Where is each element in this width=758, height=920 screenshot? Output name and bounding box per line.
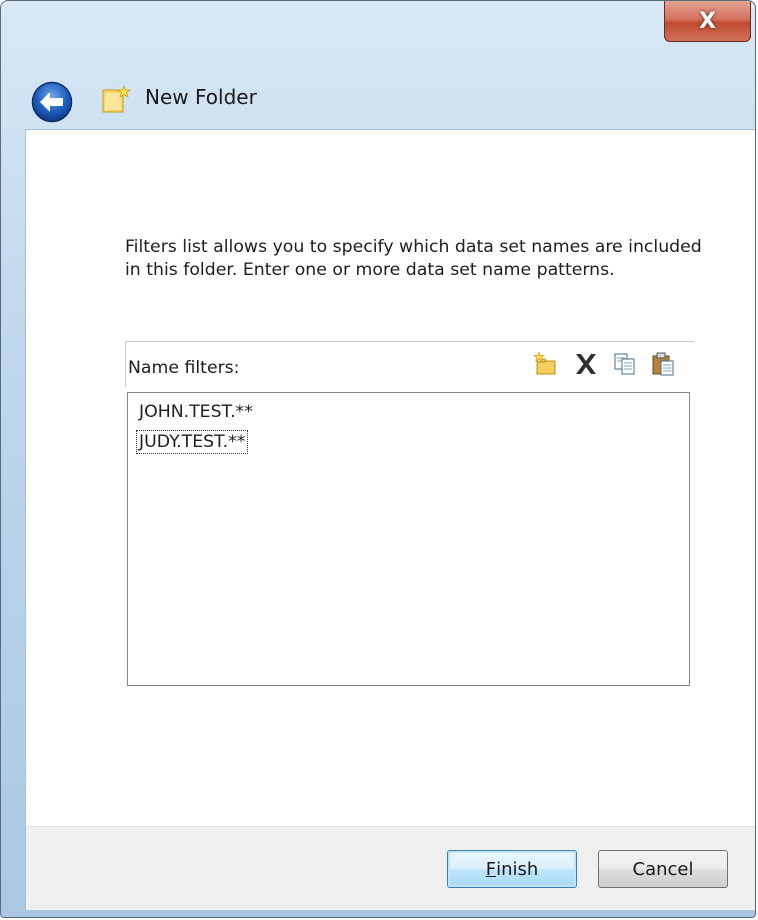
window-title: New Folder (145, 85, 257, 109)
new-filter-icon (533, 352, 556, 375)
cancel-label: Cancel (632, 858, 694, 880)
filter-item[interactable]: JOHN.TEST.** (137, 401, 255, 423)
new-filter-button[interactable] (530, 348, 562, 380)
finish-mnemonic: F (485, 858, 497, 880)
paste-filter-button[interactable] (648, 348, 680, 380)
name-filters-label: Name filters: (128, 358, 240, 378)
copy-filter-button[interactable] (609, 348, 641, 380)
finish-button[interactable]: Finish (447, 850, 577, 888)
close-icon: X (699, 8, 716, 34)
filter-item[interactable]: JUDY.TEST.** (135, 430, 249, 454)
dialog-window: X New Folder Filters list allows you to … (0, 0, 756, 918)
new-folder-icon (100, 84, 132, 116)
finish-label: inish (496, 858, 539, 880)
back-button[interactable] (31, 81, 73, 123)
back-arrow-icon (31, 81, 73, 123)
button-bar: Finish Cancel (25, 826, 755, 910)
description-text: Filters list allows you to specify which… (125, 237, 702, 280)
content-panel: Filters list allows you to specify which… (25, 129, 755, 826)
paste-icon (652, 352, 674, 376)
copy-icon (614, 353, 635, 375)
close-button[interactable]: X (664, 1, 751, 42)
filters-toolbar: Name filters: (125, 341, 694, 387)
delete-filter-button[interactable] (570, 348, 602, 380)
name-filters-list[interactable]: JOHN.TEST.** JUDY.TEST.** (127, 392, 690, 686)
delete-icon (576, 354, 596, 374)
cancel-button[interactable]: Cancel (598, 850, 728, 888)
